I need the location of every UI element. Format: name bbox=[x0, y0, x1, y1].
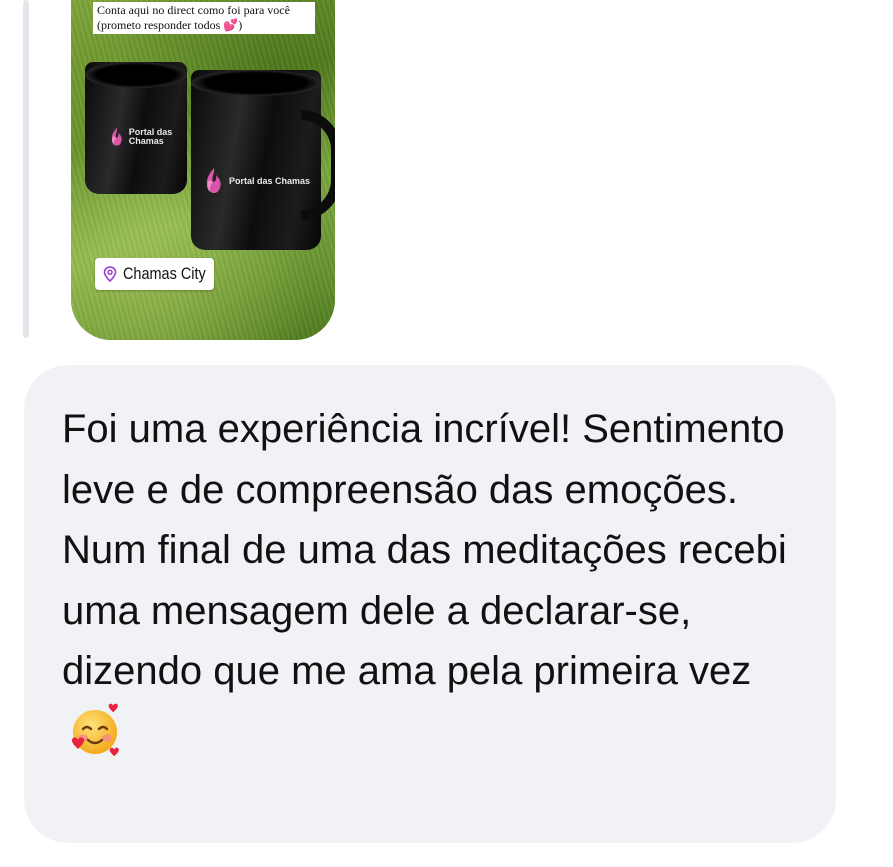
location-sticker[interactable]: Chamas City bbox=[95, 258, 215, 290]
mug-logo: Portal das Chamas bbox=[203, 166, 310, 196]
flame-logo-icon bbox=[111, 127, 122, 146]
mug-logo-text: Portal das Chamas bbox=[128, 127, 173, 146]
location-sticker-label: Chamas City bbox=[123, 264, 206, 283]
message-body: Foi uma experiência incrível! Sentimento… bbox=[62, 407, 787, 693]
message-bubble[interactable]: Foi uma experiência incrível! Sentimento… bbox=[24, 365, 836, 843]
mug-logo-text: Portal das Chamas bbox=[229, 175, 311, 186]
story-reply-indicator-bar bbox=[23, 0, 29, 338]
flame-logo-icon bbox=[206, 168, 221, 193]
story-preview-card[interactable]: Conta aqui no direct como foi para você … bbox=[71, 0, 335, 340]
mug-handle bbox=[301, 110, 335, 220]
smiling-face-with-hearts-icon bbox=[71, 703, 119, 756]
story-caption-text: Conta aqui no direct como foi para você … bbox=[93, 2, 315, 34]
mug-logo: Portal das Chamas bbox=[109, 122, 187, 152]
message-text: Foi uma experiência incrível! Sentimento… bbox=[62, 399, 806, 765]
map-pin-icon bbox=[103, 266, 117, 282]
mug-front-image: Portal das Chamas bbox=[191, 70, 335, 250]
mug-back-image: Portal das Chamas bbox=[85, 62, 187, 194]
